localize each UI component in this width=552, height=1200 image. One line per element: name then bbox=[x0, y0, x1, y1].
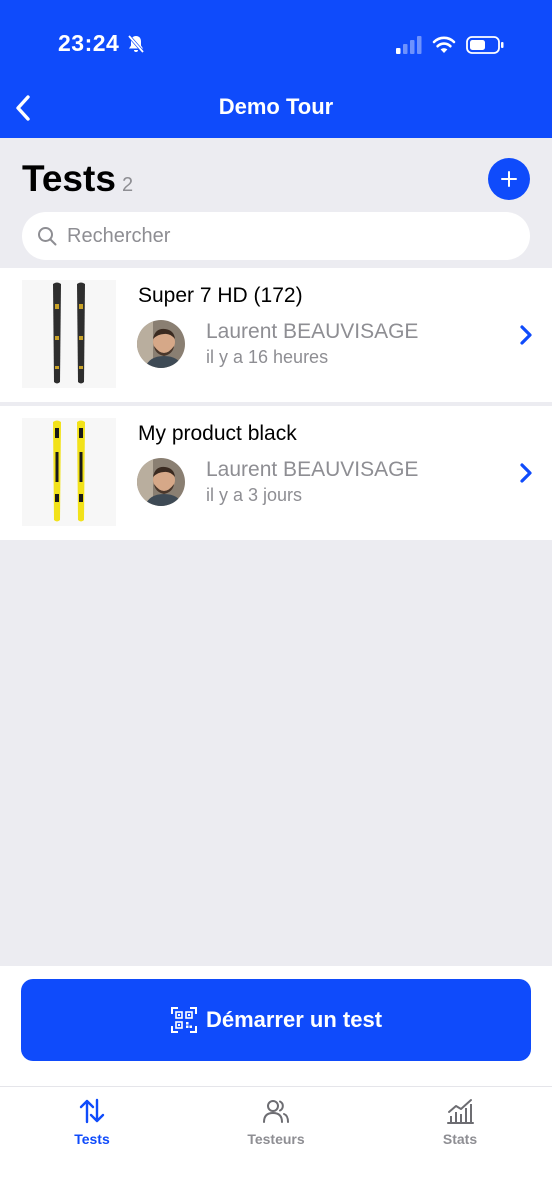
chart-icon bbox=[447, 1099, 474, 1124]
tests-list: Super 7 HD (172) Laurent BEAUVISAGE il y… bbox=[0, 268, 552, 540]
product-name: Super 7 HD (172) bbox=[138, 284, 303, 307]
chevron-right-icon bbox=[520, 325, 532, 345]
start-test-button[interactable]: Démarrer un test bbox=[21, 979, 531, 1061]
add-test-button[interactable] bbox=[488, 158, 530, 200]
nav-title: Demo Tour bbox=[218, 94, 334, 119]
search-input[interactable] bbox=[67, 224, 507, 248]
plus-icon bbox=[501, 171, 517, 187]
test-row[interactable]: Super 7 HD (172) Laurent BEAUVISAGE il y… bbox=[0, 268, 552, 402]
qr-code-icon bbox=[170, 1007, 197, 1033]
test-row[interactable]: My product black Laurent BEAUVISAGE il y… bbox=[0, 406, 552, 540]
cellular-signal-icon bbox=[396, 36, 422, 54]
tab-bar-divider bbox=[0, 1086, 552, 1087]
test-time: il y a 3 jours bbox=[206, 485, 303, 505]
ski-image bbox=[53, 282, 85, 384]
tab-testeurs-label: Testeurs bbox=[247, 1131, 305, 1147]
tester-avatar bbox=[137, 458, 185, 506]
product-thumbnail bbox=[22, 280, 116, 388]
nav-bar: 23:24 Demo Tour bbox=[0, 0, 552, 138]
search-bar bbox=[22, 212, 530, 260]
ski-image bbox=[53, 420, 85, 522]
tab-tests-label: Tests bbox=[74, 1131, 110, 1147]
tests-count: 2 bbox=[122, 174, 134, 196]
bottom-panel: Démarrer un test Tests Testeurs Stats bbox=[0, 966, 552, 1200]
tab-testeurs[interactable]: Testeurs bbox=[216, 1096, 336, 1147]
status-time: 23:24 bbox=[58, 30, 120, 56]
tester-name: Laurent BEAUVISAGE bbox=[206, 458, 419, 481]
battery-icon bbox=[466, 36, 504, 54]
product-name: My product black bbox=[138, 422, 297, 445]
tab-tests[interactable]: Tests bbox=[32, 1096, 152, 1147]
page-title: Tests bbox=[22, 158, 116, 199]
tester-avatar bbox=[137, 320, 185, 368]
tester-name: Laurent BEAUVISAGE bbox=[206, 320, 419, 343]
sort-arrows-icon bbox=[79, 1098, 105, 1124]
test-time: il y a 16 heures bbox=[206, 347, 329, 367]
search-icon bbox=[38, 227, 57, 246]
wifi-icon bbox=[432, 36, 456, 53]
bell-muted-icon bbox=[127, 34, 145, 54]
chevron-right-icon bbox=[520, 463, 532, 483]
users-icon bbox=[263, 1100, 289, 1123]
tab-stats[interactable]: Stats bbox=[400, 1096, 520, 1147]
start-test-label: Démarrer un test bbox=[205, 1007, 383, 1032]
product-thumbnail bbox=[22, 418, 116, 526]
tab-stats-label: Stats bbox=[442, 1131, 478, 1147]
tests-header: Tests 2 bbox=[0, 138, 552, 266]
